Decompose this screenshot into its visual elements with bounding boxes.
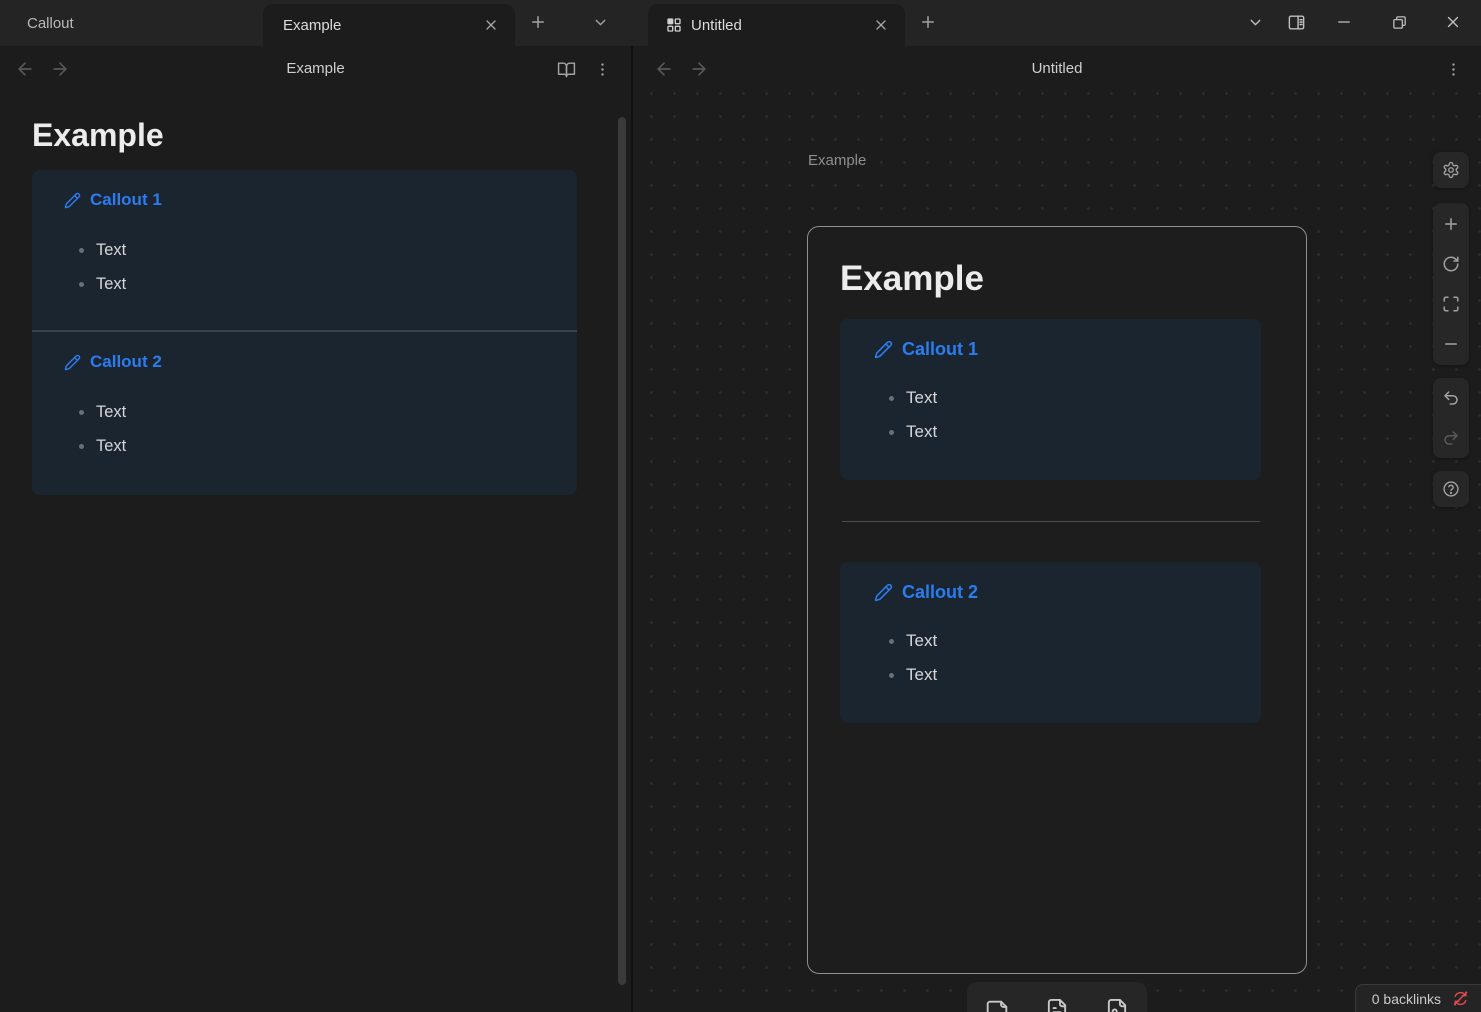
bullet-icon [79, 444, 84, 449]
callout-title: Callout 1 [64, 189, 553, 211]
canvas-node-label: Example [808, 152, 866, 169]
add-card-button[interactable] [982, 996, 1012, 1012]
pencil-icon [874, 340, 893, 359]
window-menu-chevron-icon[interactable] [1241, 8, 1269, 36]
pencil-icon [64, 354, 81, 371]
bullet-icon [79, 248, 84, 253]
canvas-settings-group [1433, 152, 1469, 188]
more-options-icon[interactable] [590, 57, 614, 81]
close-icon[interactable] [479, 13, 503, 37]
reading-view-icon[interactable] [554, 57, 578, 81]
zoom-out-button[interactable] [1433, 324, 1469, 364]
canvas-pane: Untitled Example Example [633, 46, 1481, 1012]
callout-title-text: Callout 2 [90, 351, 162, 373]
status-bar: 0 backlinks [1355, 984, 1481, 1012]
note-pane: Example Example [0, 46, 631, 1012]
bullet-list: Text Text [874, 381, 1237, 449]
canvas-icon [666, 17, 682, 33]
undo-button[interactable] [1433, 378, 1469, 418]
list-item: Text [64, 429, 553, 463]
card-heading: Example [840, 257, 1306, 301]
redo-button[interactable] [1433, 418, 1469, 458]
new-tab-button[interactable] [914, 8, 942, 36]
canvas-node-card[interactable]: Example Callout 1 Text T [807, 226, 1307, 974]
list-item: Text [64, 233, 553, 267]
bullet-icon [889, 396, 894, 401]
help-button[interactable] [1433, 471, 1469, 507]
obsidian-window: Callout Example Untitled [0, 0, 1481, 1012]
list-item: Text [874, 658, 1237, 692]
note-pane-header: Example [0, 46, 631, 91]
tab-bar: Callout Example Untitled [0, 0, 1481, 46]
pane-title: Untitled [633, 46, 1481, 91]
bullet-icon [889, 673, 894, 678]
scrollbar[interactable] [618, 117, 626, 985]
add-note-button[interactable] [1042, 996, 1072, 1012]
callout-title-text: Callout 1 [90, 189, 162, 211]
canvas-help-group [1433, 471, 1469, 507]
callout-block: Callout 1 Text Text [840, 319, 1261, 480]
list-item: Text [64, 267, 553, 301]
tab-label: Untitled [691, 17, 742, 34]
zoom-to-fit-button[interactable] [1433, 284, 1469, 324]
bullet-icon [79, 282, 84, 287]
list-item: Text [874, 624, 1237, 658]
workspace: Example Example [0, 46, 1481, 1012]
sync-disabled-icon[interactable] [1452, 990, 1469, 1007]
note-heading: Example [32, 113, 577, 157]
more-options-icon[interactable] [1441, 57, 1465, 81]
bullet-list: Text Text [64, 395, 553, 463]
tab-callout[interactable]: Callout [0, 0, 263, 46]
tab-example[interactable]: Example [263, 4, 515, 46]
pencil-icon [874, 583, 893, 602]
list-item: Text [874, 381, 1237, 415]
right-sidebar-toggle-button[interactable] [1282, 8, 1310, 36]
close-window-button[interactable] [1439, 8, 1467, 36]
canvas-surface[interactable]: Example Example Callout 1 [633, 91, 1481, 1012]
tab-label: Example [283, 17, 341, 34]
add-media-button[interactable] [1102, 996, 1132, 1012]
note-editor[interactable]: Example Callout 1 Text Text [32, 91, 577, 495]
canvas-settings-button[interactable] [1433, 152, 1469, 188]
minimize-button[interactable] [1330, 8, 1358, 36]
canvas-zoom-group [1433, 203, 1469, 365]
bullet-icon [889, 639, 894, 644]
canvas-pane-header: Untitled [633, 46, 1481, 91]
list-item: Text [874, 415, 1237, 449]
callout-block: Callout 2 Text Text [840, 562, 1261, 723]
bullet-list: Text Text [874, 624, 1237, 692]
bullet-icon [889, 430, 894, 435]
new-tab-button[interactable] [524, 8, 552, 36]
canvas-toolbar [967, 982, 1147, 1012]
callout-title-text: Callout 1 [902, 338, 978, 360]
bullet-list: Text Text [64, 233, 553, 301]
callout-title: Callout 1 [874, 338, 1237, 360]
tab-untitled[interactable]: Untitled [648, 4, 905, 46]
bullet-icon [79, 410, 84, 415]
callout-block[interactable]: Callout 1 Text Text [32, 170, 577, 330]
canvas-history-group [1433, 378, 1469, 458]
backlinks-count[interactable]: 0 backlinks [1372, 991, 1441, 1007]
tab-label: Callout [27, 15, 74, 32]
horizontal-rule [842, 521, 1260, 522]
callout-title: Callout 2 [874, 581, 1237, 603]
pane-title: Example [0, 46, 631, 91]
callout-title: Callout 2 [64, 351, 553, 373]
restore-window-button[interactable] [1385, 8, 1413, 36]
reset-zoom-button[interactable] [1433, 244, 1469, 284]
pencil-icon [64, 192, 81, 209]
callout-block[interactable]: Callout 2 Text Text [32, 332, 577, 495]
zoom-in-button[interactable] [1433, 204, 1469, 244]
list-item: Text [64, 395, 553, 429]
close-icon[interactable] [869, 13, 893, 37]
tab-list-chevron-icon[interactable] [586, 8, 614, 36]
callout-title-text: Callout 2 [902, 581, 978, 603]
